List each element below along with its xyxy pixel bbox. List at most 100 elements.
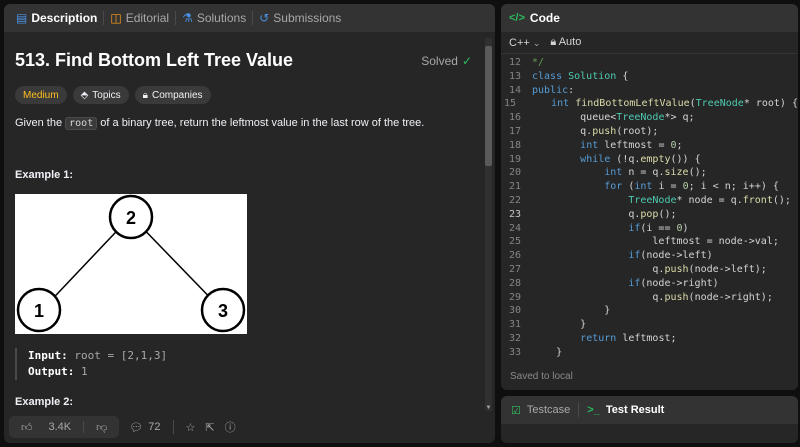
code-line[interactable]: 27 q.push(node->left); [501,263,798,277]
inline-code-root: root [65,117,98,130]
tab-editorial[interactable]: ◫ Editorial [106,4,173,32]
code-text: if(i == 0) [628,222,689,234]
code-line[interactable]: 29 q.push(node->right); [501,291,798,305]
book-icon: ◫ [110,11,122,25]
example-2-title: Example 2: [15,396,74,408]
code-line[interactable]: 31 } [501,318,798,332]
lock-icon: 🔒︎ [142,89,148,101]
solved-label: Solved [421,53,458,68]
line-number: 14 [508,84,521,96]
question-icon: ⓘ [224,422,236,434]
code-line[interactable]: 33 } [501,346,798,360]
example-tree-image: 2 1 3 [15,194,247,334]
code-panel: </> Code C++ ⌄ 🔒︎ Auto 12 */ 13 class Solut… [501,4,798,390]
code-line[interactable]: 12 */ [501,56,798,70]
line-number: 13 [508,70,521,82]
checkbox-icon: ☑ [511,404,521,417]
line-number: 25 [508,236,521,248]
companies-label: Companies [151,89,203,101]
code-text: q.push(node->right); [532,291,773,303]
problem-tabbar: ▤ Description ◫ Editorial ⚗ Solutions ↺ … [4,4,495,32]
companies-button[interactable]: 🔒︎ Companies [134,86,211,104]
input-label: Input: [28,349,68,362]
line-number: 29 [508,291,521,303]
auto-mode-toggle[interactable]: 🔒︎ Auto [550,36,581,49]
code-line[interactable]: 30 } [501,304,798,318]
tab-testcase[interactable]: Testcase [527,404,570,416]
like-count: 3.4K [48,421,72,433]
example-1-block: Input: root = [2,1,3] Output: 1 [15,348,472,380]
star-icon: ☆ [185,421,196,434]
output-label: Output: [28,365,75,378]
tag-icon: ⬘ [80,89,89,101]
history-icon: ↺ [259,11,270,25]
share-icon: ⇱ [205,421,215,434]
problem-title[interactable]: 513. Find Bottom Left Tree Value [15,50,293,71]
tree-node-right-label: 3 [218,301,228,321]
code-line[interactable]: 32 return leftmost; [501,332,798,346]
code-line[interactable]: 21 for (int i = 0; i < n; i++) { [501,180,798,194]
tab-divider [578,403,580,417]
code-line[interactable]: 17 q.push(root); [501,125,798,139]
code-text: int leftmost = 0; [580,139,683,151]
output-value: 1 [80,365,88,378]
code-line[interactable]: 20 int n = q.size(); [501,166,798,180]
problem-panel: ▤ Description ◫ Editorial ⚗ Solutions ↺ … [4,4,495,443]
title-row: 513. Find Bottom Left Tree Value Solved … [15,50,472,71]
code-editor[interactable]: 12 */13 class Solution { 14 public: 15 int fi… [501,56,798,360]
code-line[interactable]: 28 if(node->right) [501,277,798,291]
line-number: 20 [508,167,521,179]
tab-solutions[interactable]: ⚗ Solutions [178,4,250,32]
code-line[interactable]: 15 int findBottomLeftValue(TreeNode* roo… [501,97,798,111]
topics-button[interactable]: ⬘ Topics [72,86,129,104]
tab-submissions[interactable]: ↺ Submissions [255,4,345,32]
code-line[interactable]: 22 TreeNode* node = q.front(); [501,194,798,208]
line-number: 26 [508,250,521,262]
terminal-icon: >_ [587,404,600,416]
code-line[interactable]: 18 int leftmost = 0; [501,139,798,153]
like-button[interactable]: 👍︎ 3.4K [9,421,83,434]
code-line[interactable]: 23 q.pop(); [501,208,798,222]
line-number: 31 [508,319,521,331]
favorite-button[interactable]: ☆ [186,421,196,434]
code-text: q.push(node->left); [532,263,767,275]
line-number: 21 [508,181,521,193]
code-line[interactable]: 14 public: [501,84,798,98]
saved-status: Saved to local [510,371,573,382]
line-number: 33 [508,346,521,358]
code-text: class Solution { [532,70,629,82]
code-panel-title: Code [529,11,560,25]
code-line[interactable]: 25 leftmost = node->val; [501,235,798,249]
comments-button[interactable]: 💬︎ 72 [129,421,160,434]
document-icon: ▤ [16,11,28,25]
flask-icon: ⚗ [182,11,193,25]
line-number: 27 [508,263,521,275]
tab-divider [175,11,177,25]
code-line[interactable]: 16 queue<TreeNode*> q; [501,111,798,125]
code-text: q.push(root); [532,125,659,137]
code-text: int findBottomLeftValue(TreeNode* root) … [551,98,798,110]
code-text: if(node->left) [628,250,713,262]
code-text: if(node->right) [628,277,719,289]
tab-description[interactable]: ▤ Description [12,4,101,32]
code-toolbar: C++ ⌄ 🔒︎ Auto [501,32,798,54]
code-line[interactable]: 13 class Solution { [501,70,798,84]
code-line[interactable]: 26 if(node->left) [501,249,798,263]
scrollbar-thumb[interactable] [485,46,492,166]
code-line[interactable]: 19 while (!q.empty()) { [501,153,798,167]
help-button[interactable]: ⓘ [225,419,236,435]
share-button[interactable]: ⇱ [205,421,214,434]
auto-mode-label: Auto [558,36,582,48]
code-text: for (int i = 0; i < n; i++) { [604,181,779,193]
thumbs-down-icon: 👎︎ [96,421,108,434]
code-text: return leftmost; [580,332,677,344]
tab-test-result[interactable]: Test Result [606,404,664,416]
dislike-button[interactable]: 👎︎ [84,421,119,434]
difficulty-badge: Medium [15,86,67,104]
console-tabbar: ☑ Testcase >_ Test Result [501,396,798,424]
code-text: } [532,319,587,331]
description-scrollbar[interactable]: ▼ [485,38,492,411]
code-line[interactable]: 24 if(i == 0) [501,222,798,236]
code-text: q.pop(); [532,208,677,220]
language-select[interactable]: C++ ⌄ [509,37,540,49]
